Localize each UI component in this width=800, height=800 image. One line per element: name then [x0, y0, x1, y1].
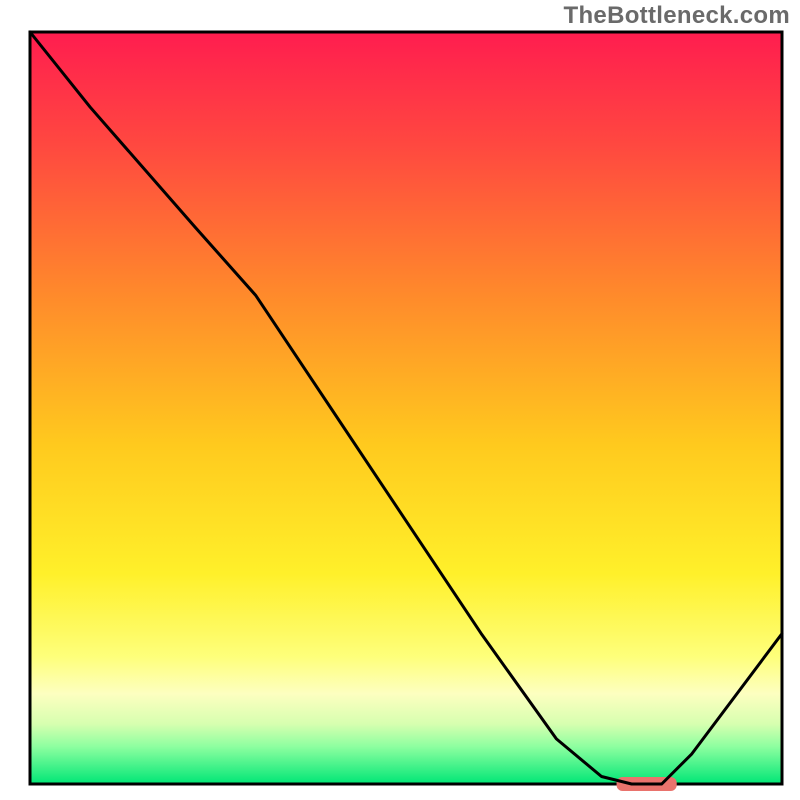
chart-container: TheBottleneck.com — [0, 0, 800, 800]
watermark-text: TheBottleneck.com — [564, 2, 790, 30]
plot-background — [30, 32, 782, 784]
bottleneck-chart — [0, 0, 800, 800]
